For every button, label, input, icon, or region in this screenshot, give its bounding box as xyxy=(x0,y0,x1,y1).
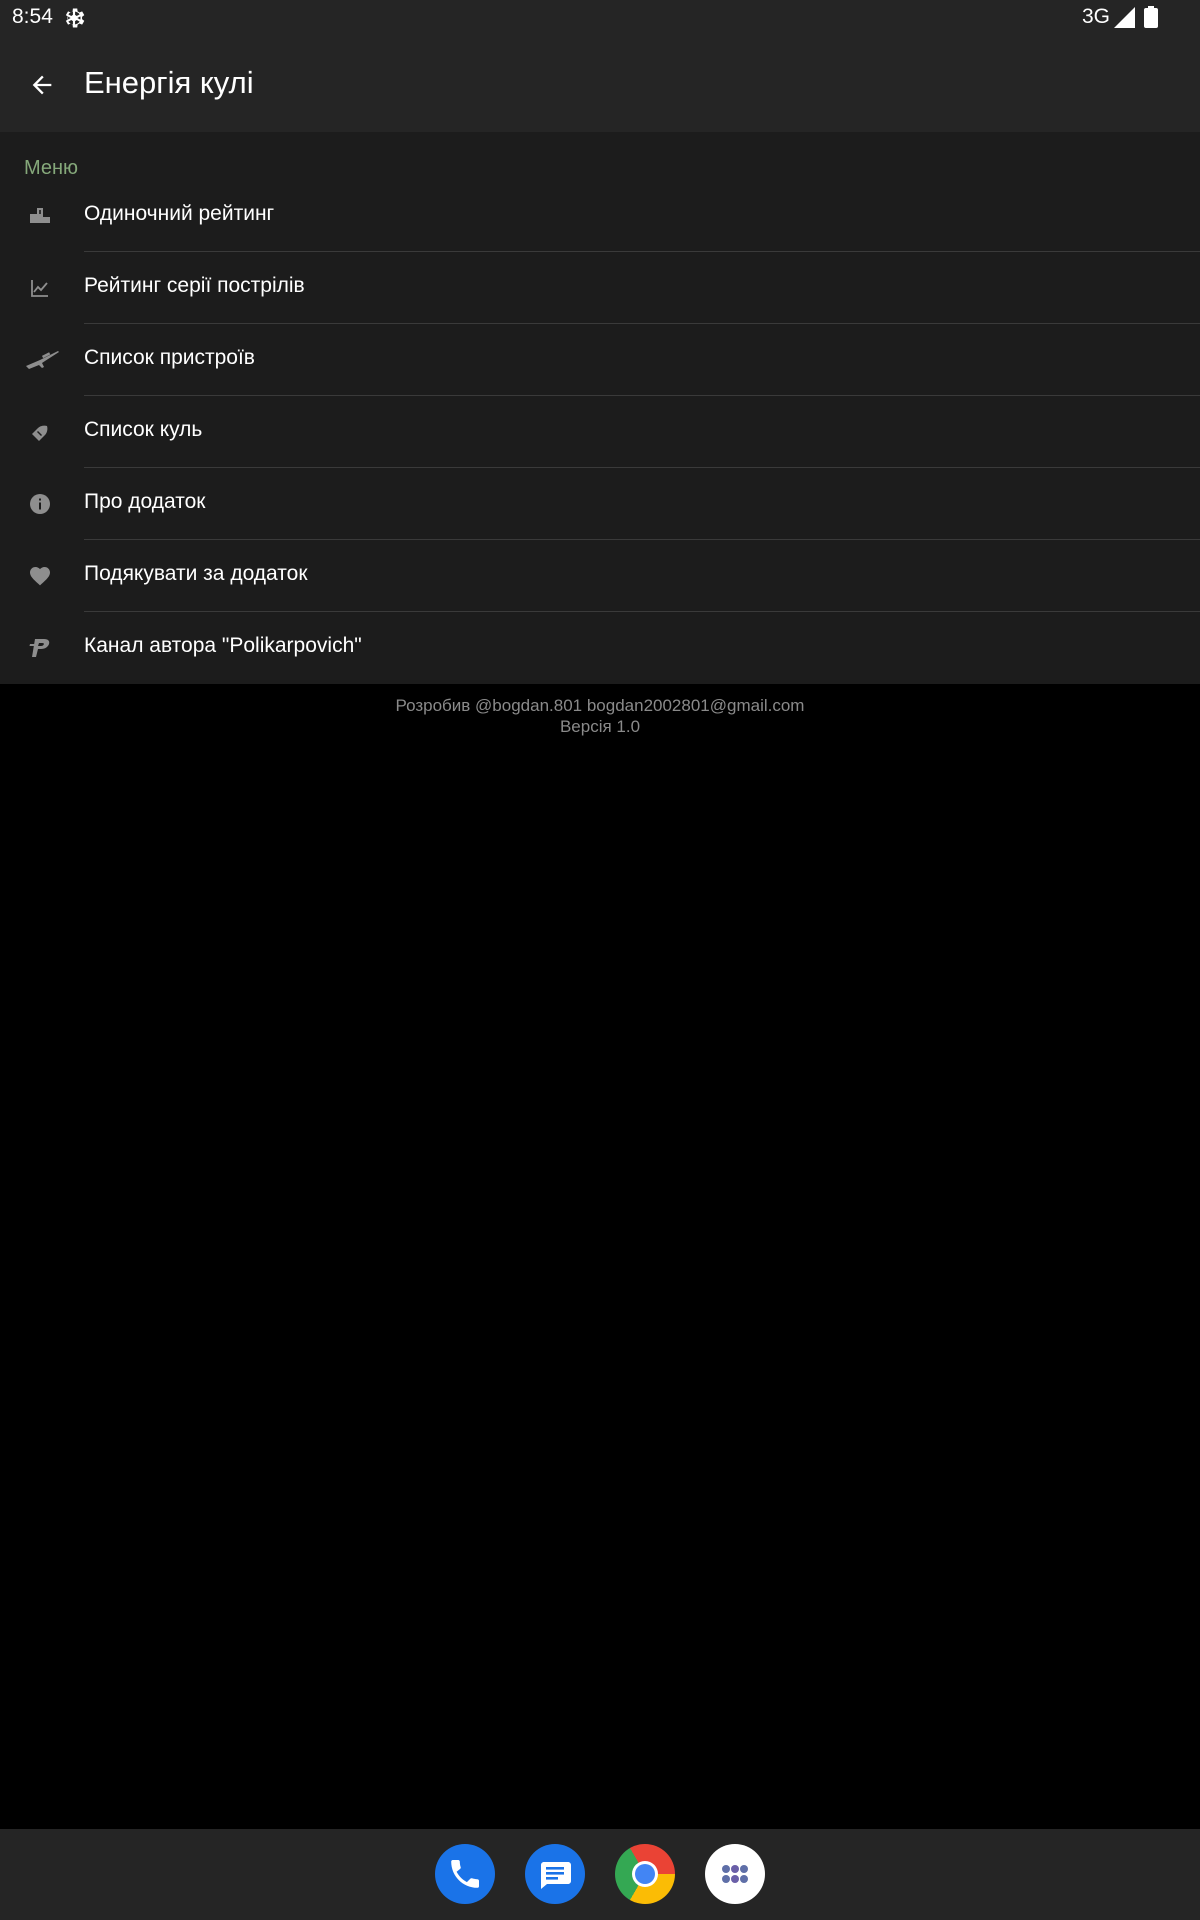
menu-item-label: Канал автора "Polikarpovich" xyxy=(84,634,362,657)
app-grid-icon xyxy=(722,1865,748,1883)
podium-icon xyxy=(30,208,50,223)
rifle-icon xyxy=(26,351,59,369)
status-bar: 8:54 3G xyxy=(0,0,1200,35)
chrome-app-icon[interactable] xyxy=(615,1844,675,1904)
menu-item-bullet-list[interactable]: Список куль xyxy=(0,396,1200,468)
gear-icon xyxy=(65,8,85,28)
arrow-back-icon xyxy=(32,75,52,95)
developer-credit: Розробив @bogdan.801 bogdan2002801@gmail… xyxy=(395,696,805,715)
menu-section-header: Меню xyxy=(24,157,79,179)
menu-item-label: Про додаток xyxy=(84,490,206,513)
battery-icon xyxy=(1144,6,1158,28)
menu-panel: Меню Одиночний рейтинг Рейтинг серії пос… xyxy=(0,132,1200,684)
menu-item-label: Список пристроїв xyxy=(84,346,255,369)
phone-app-icon[interactable] xyxy=(435,1844,495,1904)
menu-item-device-list[interactable]: Список пристроїв xyxy=(0,324,1200,396)
p-logo-icon xyxy=(29,639,50,657)
messages-app-icon[interactable] xyxy=(525,1844,585,1904)
cell-signal-icon xyxy=(1114,7,1135,28)
line-chart-icon xyxy=(31,280,48,297)
app-drawer-icon[interactable] xyxy=(705,1844,765,1904)
message-bubble-icon xyxy=(541,1862,571,1889)
menu-item-about[interactable]: Про додаток xyxy=(0,468,1200,540)
version-text: Версія 1.0 xyxy=(559,717,641,736)
heart-icon xyxy=(30,567,50,586)
menu-item-label: Одиночний рейтинг xyxy=(84,202,275,225)
phone-handset-icon xyxy=(451,1860,479,1888)
menu-item-series-rating[interactable]: Рейтинг серії пострілів xyxy=(0,252,1200,324)
menu-item-label: Подякувати за додаток xyxy=(84,562,308,585)
menu-item-single-rating[interactable]: Одиночний рейтинг xyxy=(0,180,1200,252)
page-title: Енергія кулі xyxy=(84,65,254,100)
navigation-bar xyxy=(0,1829,1200,1920)
info-icon xyxy=(30,494,50,514)
chrome-center-icon xyxy=(632,1861,658,1887)
menu-item-thank[interactable]: Подякувати за додаток xyxy=(0,540,1200,612)
bullets-icon xyxy=(32,425,48,441)
app-bar: Енергія кулі xyxy=(0,35,1200,132)
menu-item-label: Список куль xyxy=(84,418,203,441)
back-button[interactable] xyxy=(18,61,66,109)
status-time: 8:54 xyxy=(12,5,53,28)
network-type: 3G xyxy=(1082,5,1111,28)
menu-item-label: Рейтинг серії пострілів xyxy=(84,274,305,297)
menu-item-author-channel[interactable]: Канал автора "Polikarpovich" xyxy=(0,612,1200,684)
